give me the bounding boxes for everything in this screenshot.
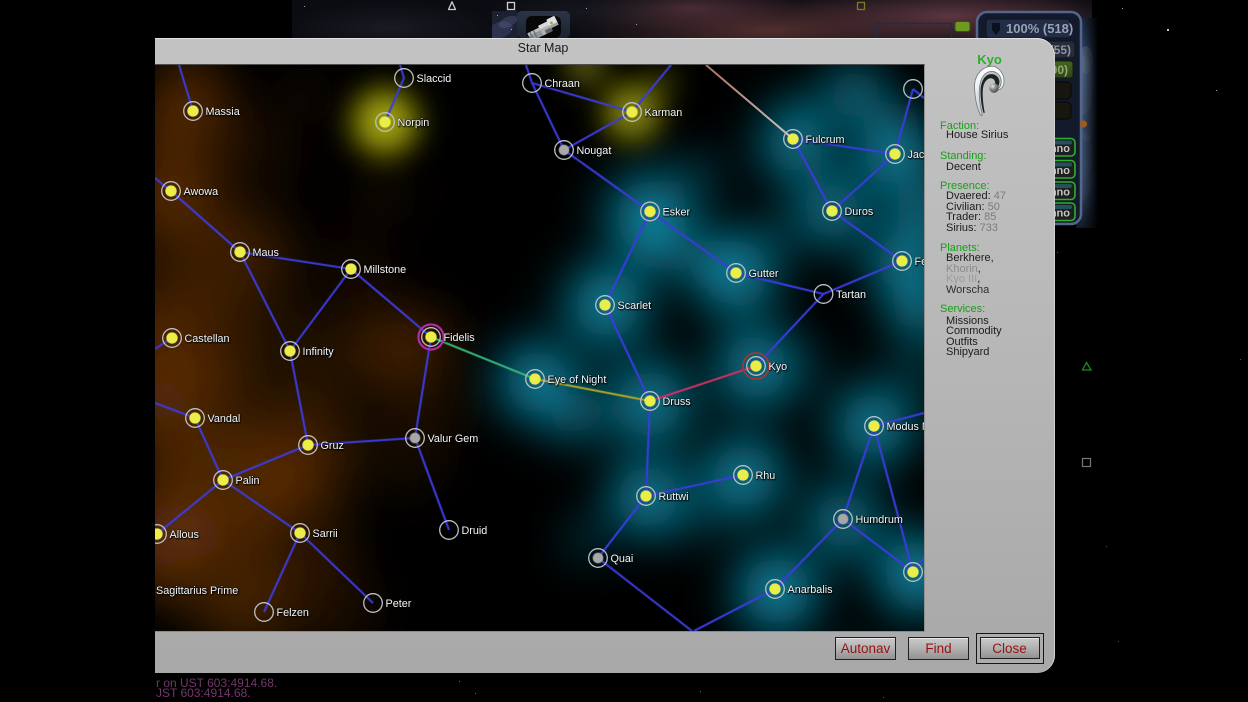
svg-text:Druid: Druid [462, 525, 488, 537]
svg-text:Felzen: Felzen [277, 607, 309, 619]
svg-text:Anarbalis: Anarbalis [788, 584, 834, 596]
svg-text:Kyo: Kyo [769, 361, 788, 373]
svg-text:Gutter: Gutter [749, 268, 779, 280]
svg-text:Fulcrum: Fulcrum [806, 134, 845, 146]
svg-text:Fidelis: Fidelis [444, 332, 476, 344]
svg-text:Druss: Druss [663, 396, 692, 408]
svg-text:Allous: Allous [170, 529, 200, 541]
svg-text:Millstone: Millstone [364, 264, 407, 276]
svg-text:Castellan: Castellan [185, 333, 230, 345]
svg-text:Duros: Duros [845, 206, 874, 218]
svg-text:Sagittarius Prime: Sagittarius Prime [156, 585, 238, 597]
svg-text:Eye of Night: Eye of Night [548, 374, 607, 386]
svg-text:Awowa: Awowa [184, 186, 219, 198]
svg-text:Nougat: Nougat [577, 145, 612, 157]
svg-text:Vandal: Vandal [208, 413, 241, 425]
svg-text:Chraan: Chraan [545, 78, 580, 90]
svg-text:Slaccid: Slaccid [417, 73, 452, 85]
svg-text:Rhu: Rhu [756, 470, 776, 482]
svg-text:Peter: Peter [386, 598, 412, 610]
svg-text:Valur Gem: Valur Gem [428, 433, 479, 445]
svg-text:Felda: Felda [915, 256, 925, 268]
svg-text:Jack: Jack [908, 149, 925, 161]
svg-text:Quai: Quai [611, 553, 634, 565]
svg-text:Palin: Palin [236, 475, 260, 487]
svg-text:Infinity: Infinity [303, 346, 335, 358]
svg-text:Tartan: Tartan [836, 289, 866, 301]
svg-text:Humdrum: Humdrum [856, 514, 903, 526]
svg-text:Modus Manis: Modus Manis [887, 421, 925, 433]
svg-text:Massia: Massia [206, 106, 240, 118]
svg-text:Scarlet: Scarlet [618, 300, 652, 312]
svg-text:Gruz: Gruz [321, 440, 344, 452]
svg-text:100% (518): 100% (518) [1006, 21, 1073, 36]
svg-text:Karman: Karman [645, 107, 683, 119]
svg-text:Norpin: Norpin [398, 117, 430, 129]
svg-text:Maus: Maus [253, 247, 280, 259]
svg-text:Sarrii: Sarrii [313, 528, 338, 540]
svg-text:Ruttwi: Ruttwi [659, 491, 689, 503]
svg-text:Esker: Esker [663, 207, 691, 219]
